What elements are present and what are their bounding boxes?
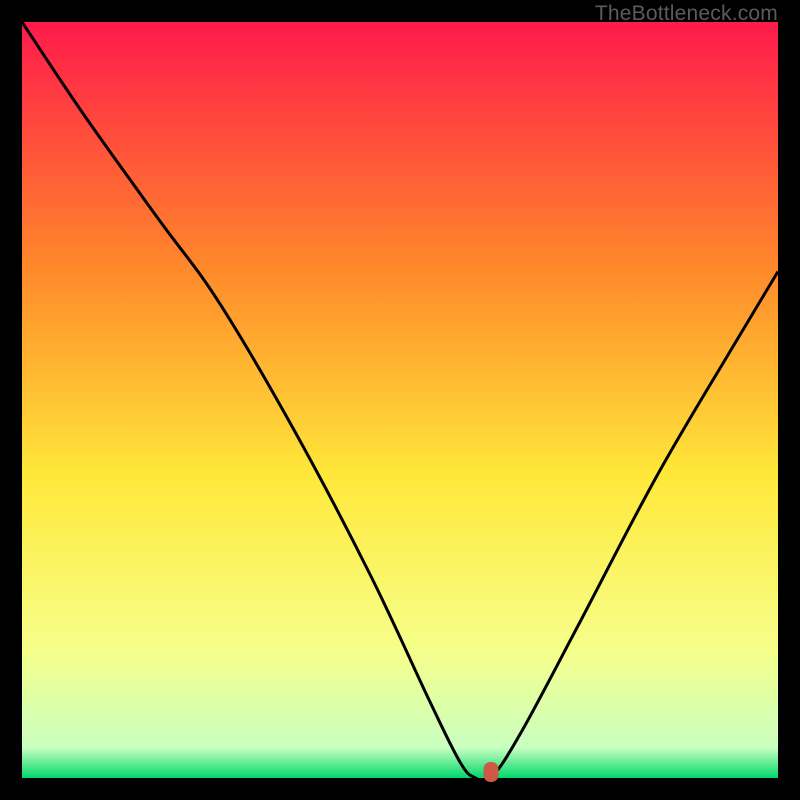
optimal-point-marker [483, 762, 498, 782]
chart-frame [22, 22, 778, 778]
bottleneck-chart [22, 22, 778, 778]
chart-background [22, 22, 778, 778]
